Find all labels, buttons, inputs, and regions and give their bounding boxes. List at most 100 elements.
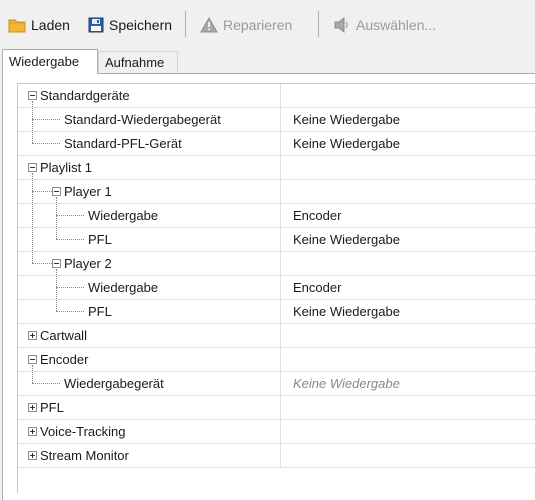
tree-row-label: PFL bbox=[88, 304, 112, 319]
collapse-icon[interactable] bbox=[52, 187, 61, 196]
tree-row[interactable]: Stream Monitor bbox=[18, 444, 535, 468]
floppy-disk-icon bbox=[88, 17, 104, 33]
tree-row-name-cell: Voice-Tracking bbox=[18, 420, 280, 443]
tree-connector-line bbox=[56, 287, 84, 289]
tree-row-value[interactable] bbox=[280, 420, 535, 443]
tree-row[interactable]: PFL Keine Wiedergabe bbox=[18, 228, 535, 252]
tree-row-value[interactable]: Keine Wiedergabe bbox=[280, 228, 535, 251]
tree-row-value[interactable] bbox=[280, 348, 535, 371]
folder-icon bbox=[8, 17, 26, 33]
tree-row[interactable]: Voice-Tracking bbox=[18, 420, 535, 444]
tab-playback[interactable]: Wiedergabe bbox=[2, 49, 98, 74]
tree-row[interactable]: Wiedergabe Encoder bbox=[18, 276, 535, 300]
tree-row-label: Stream Monitor bbox=[40, 448, 129, 463]
tree-row-label: Cartwall bbox=[40, 328, 87, 343]
tree-connector-line bbox=[32, 191, 52, 193]
tree-row-value[interactable]: Encoder bbox=[280, 204, 535, 227]
tree-row[interactable]: Encoder bbox=[18, 348, 535, 372]
tree-connector-line bbox=[56, 311, 84, 313]
tree-connector-line bbox=[32, 119, 60, 121]
tree-row-value[interactable] bbox=[280, 324, 535, 347]
tree-connector-line bbox=[56, 215, 84, 217]
tree-row-label: Standardgeräte bbox=[40, 88, 130, 103]
tree-row[interactable]: Player 2 bbox=[18, 252, 535, 276]
repair-label: Reparieren bbox=[223, 17, 293, 33]
tree-row-label: Player 1 bbox=[64, 184, 112, 199]
tab-label: Wiedergabe bbox=[9, 54, 80, 69]
tree-row-name-cell: Stream Monitor bbox=[18, 444, 280, 467]
load-button[interactable]: Laden bbox=[8, 14, 70, 36]
collapse-icon[interactable] bbox=[28, 163, 37, 172]
tree-connector-line bbox=[56, 269, 58, 311]
tree-row-value[interactable] bbox=[280, 180, 535, 203]
tree-row[interactable]: Standard-Wiedergabegerät Keine Wiedergabe bbox=[18, 108, 535, 132]
collapse-icon[interactable] bbox=[28, 91, 37, 100]
save-label: Speichern bbox=[109, 17, 173, 33]
tree-row-label: Standard-PFL-Gerät bbox=[64, 136, 182, 151]
tree-row-value[interactable]: Keine Wiedergabe bbox=[280, 132, 535, 155]
tab-recording[interactable]: Aufnahme bbox=[98, 51, 178, 72]
tree-row-label: PFL bbox=[88, 232, 112, 247]
tree-row-label: Wiedergabe bbox=[88, 280, 159, 295]
tree-row-value[interactable]: Keine Wiedergabe bbox=[280, 300, 535, 323]
device-tree: Standardgeräte Standard-Wiedergabegerät Ke… bbox=[17, 83, 535, 493]
save-button[interactable]: Speichern bbox=[88, 14, 172, 36]
tree-row[interactable]: Standardgeräte bbox=[18, 84, 535, 108]
tree-row[interactable]: PFL Keine Wiedergabe bbox=[18, 300, 535, 324]
tab-label: Aufnahme bbox=[105, 55, 165, 70]
tree-row-name-cell: Wiedergabegerät bbox=[18, 372, 280, 395]
tree-row-value[interactable]: Keine Wiedergabe bbox=[280, 372, 535, 395]
tree-row[interactable]: Playlist 1 bbox=[18, 156, 535, 180]
tree-connector-line bbox=[56, 239, 84, 241]
tree-connector-line bbox=[56, 197, 58, 239]
collapse-icon[interactable] bbox=[28, 355, 37, 364]
tree-connector-line bbox=[32, 263, 52, 265]
toolbar: Laden Speichern Reparieren Auswählen... bbox=[0, 0, 535, 48]
tab-strip: Wiedergabe Aufnahme bbox=[2, 49, 532, 74]
tree-row-label: Wiedergabegerät bbox=[64, 376, 164, 391]
tree-row[interactable]: Wiedergabe Encoder bbox=[18, 204, 535, 228]
expand-icon[interactable] bbox=[28, 451, 37, 460]
tree-row-label: Encoder bbox=[40, 352, 89, 367]
tree-connector-line bbox=[32, 173, 34, 263]
tree-connector-line bbox=[32, 143, 60, 145]
tree-row[interactable]: PFL bbox=[18, 396, 535, 420]
tree-row-name-cell: Standardgeräte bbox=[18, 84, 280, 107]
tree-row-value[interactable]: Encoder bbox=[280, 276, 535, 299]
select-label: Auswählen... bbox=[356, 17, 437, 33]
expand-icon[interactable] bbox=[28, 331, 37, 340]
tree-row[interactable]: Cartwall bbox=[18, 324, 535, 348]
tree-connector-line bbox=[32, 383, 60, 385]
tree-row-name-cell: Encoder bbox=[18, 348, 280, 371]
tree-connector-line bbox=[32, 101, 34, 143]
tree-row-name-cell: Cartwall bbox=[18, 324, 280, 347]
tree-row-label: Standard-Wiedergabegerät bbox=[64, 112, 221, 127]
tree-row[interactable]: Wiedergabegerät Keine Wiedergabe bbox=[18, 372, 535, 396]
tree-row-value[interactable] bbox=[280, 156, 535, 179]
tree-row[interactable]: Standard-PFL-Gerät Keine Wiedergabe bbox=[18, 132, 535, 156]
toolbar-separator bbox=[318, 11, 319, 37]
tab-panel: Standardgeräte Standard-Wiedergabegerät Ke… bbox=[2, 73, 535, 500]
tree-row-name-cell: PFL bbox=[18, 396, 280, 419]
warning-icon bbox=[200, 17, 218, 33]
tree-connector-line bbox=[32, 365, 34, 383]
collapse-icon[interactable] bbox=[52, 259, 61, 268]
expand-icon[interactable] bbox=[28, 403, 37, 412]
select-button[interactable]: Auswählen... bbox=[333, 14, 436, 36]
tree-row-value[interactable]: Keine Wiedergabe bbox=[280, 108, 535, 131]
expand-icon[interactable] bbox=[28, 427, 37, 436]
speaker-icon bbox=[333, 17, 351, 33]
tree-row-label: PFL bbox=[40, 400, 64, 415]
tree-row-value[interactable] bbox=[280, 252, 535, 275]
tree-row-value[interactable] bbox=[280, 84, 535, 107]
repair-button[interactable]: Reparieren bbox=[200, 14, 292, 36]
tree-row-label: Voice-Tracking bbox=[40, 424, 126, 439]
toolbar-separator bbox=[185, 11, 186, 37]
tree-row-label: Playlist 1 bbox=[40, 160, 93, 175]
tree-row[interactable]: Player 1 bbox=[18, 180, 535, 204]
tree-row-label: Player 2 bbox=[64, 256, 112, 271]
tree-row-value[interactable] bbox=[280, 396, 535, 419]
tree-row-value[interactable] bbox=[280, 444, 535, 467]
load-label: Laden bbox=[31, 17, 70, 33]
tree-row-name-cell: Standard-PFL-Gerät bbox=[18, 132, 280, 155]
